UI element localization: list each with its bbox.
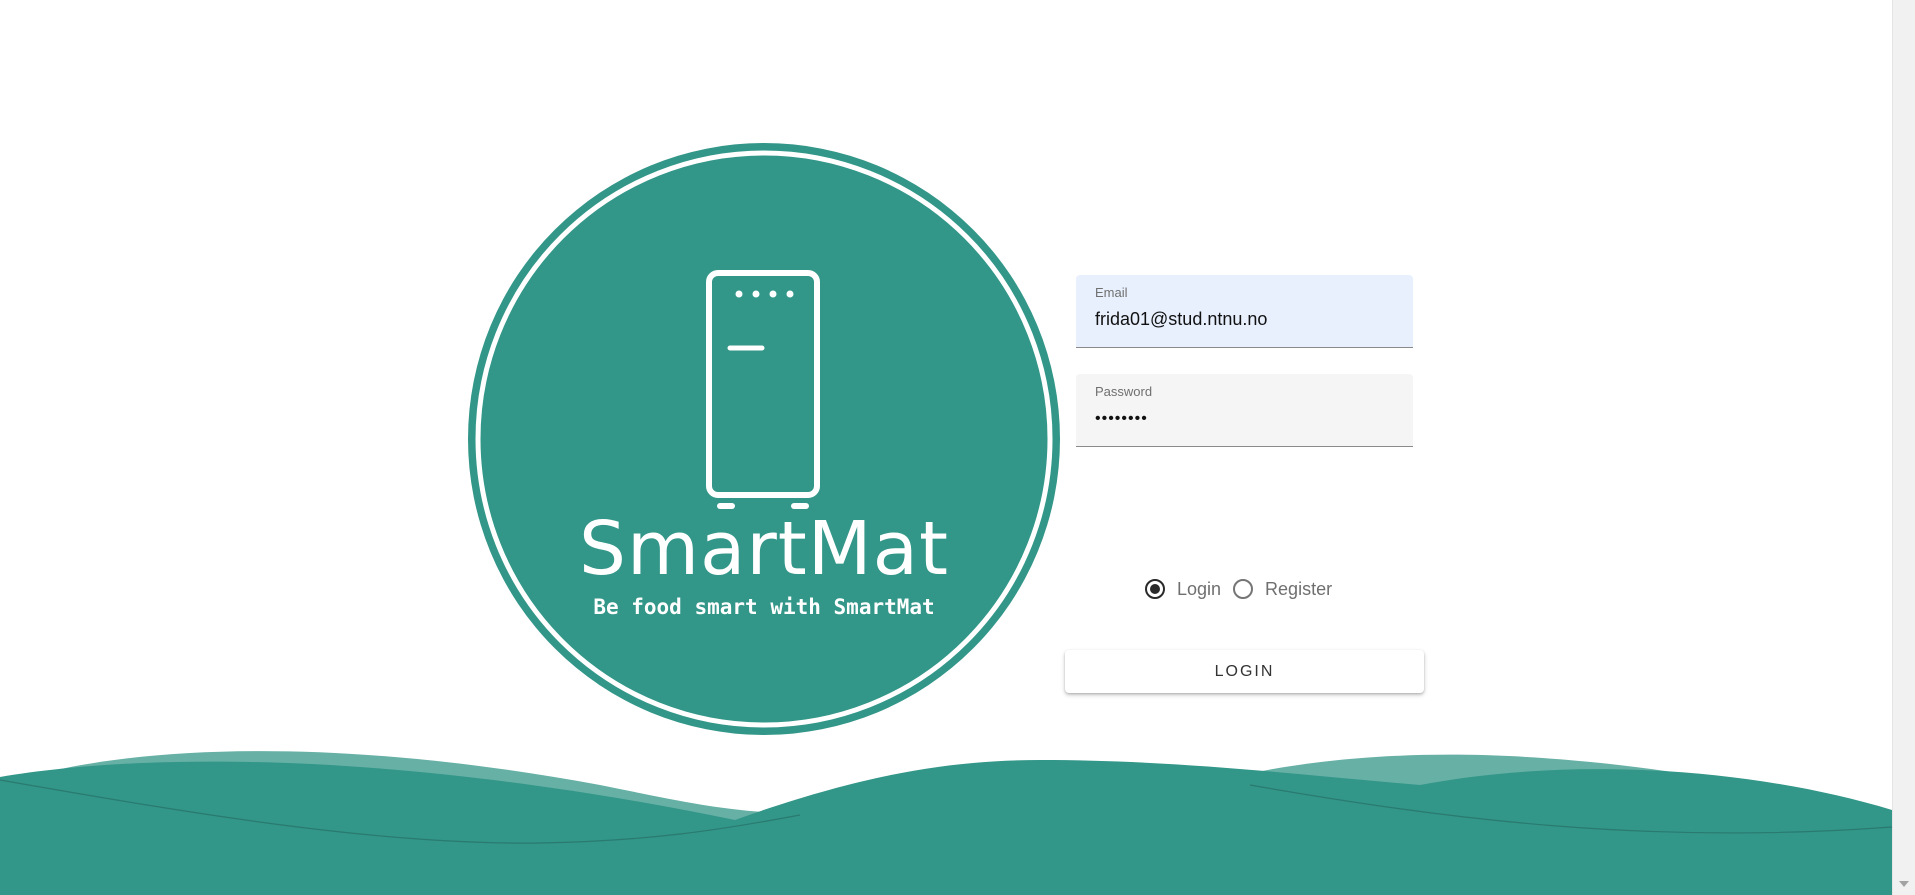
radio-register-button[interactable] <box>1233 579 1254 599</box>
password-label: Password <box>1095 384 1153 399</box>
email-label: Email <box>1095 285 1128 300</box>
wave-background <box>0 751 1892 895</box>
smartmat-logo: SmartMat Be food smart with SmartMat <box>464 139 1064 739</box>
brand-tagline: Be food smart with SmartMat <box>593 595 935 619</box>
wave-main <box>0 760 1892 895</box>
password-input[interactable]: •••••••• <box>1095 410 1148 428</box>
scroll-down-icon[interactable] <box>1899 881 1909 887</box>
mode-radio-group: Login Register <box>1145 576 1344 602</box>
email-input[interactable]: frida01@stud.ntnu.no <box>1095 309 1267 330</box>
radio-register-label[interactable]: Register <box>1265 579 1332 600</box>
radio-selected-dot <box>1150 584 1160 594</box>
vertical-scrollbar[interactable] <box>1892 0 1915 895</box>
email-field[interactable]: Email frida01@stud.ntnu.no <box>1076 275 1413 348</box>
login-button[interactable]: LOGIN <box>1065 650 1424 693</box>
radio-register[interactable]: Register <box>1233 579 1332 600</box>
radio-login-button[interactable] <box>1145 579 1165 599</box>
brand-name: SmartMat <box>578 506 950 592</box>
login-page: SmartMat Be food smart with SmartMat Ema… <box>0 0 1915 895</box>
password-field[interactable]: Password •••••••• <box>1076 374 1413 447</box>
radio-login-label[interactable]: Login <box>1177 579 1221 600</box>
logo-badge <box>468 143 1060 735</box>
radio-login[interactable]: Login <box>1145 579 1221 600</box>
